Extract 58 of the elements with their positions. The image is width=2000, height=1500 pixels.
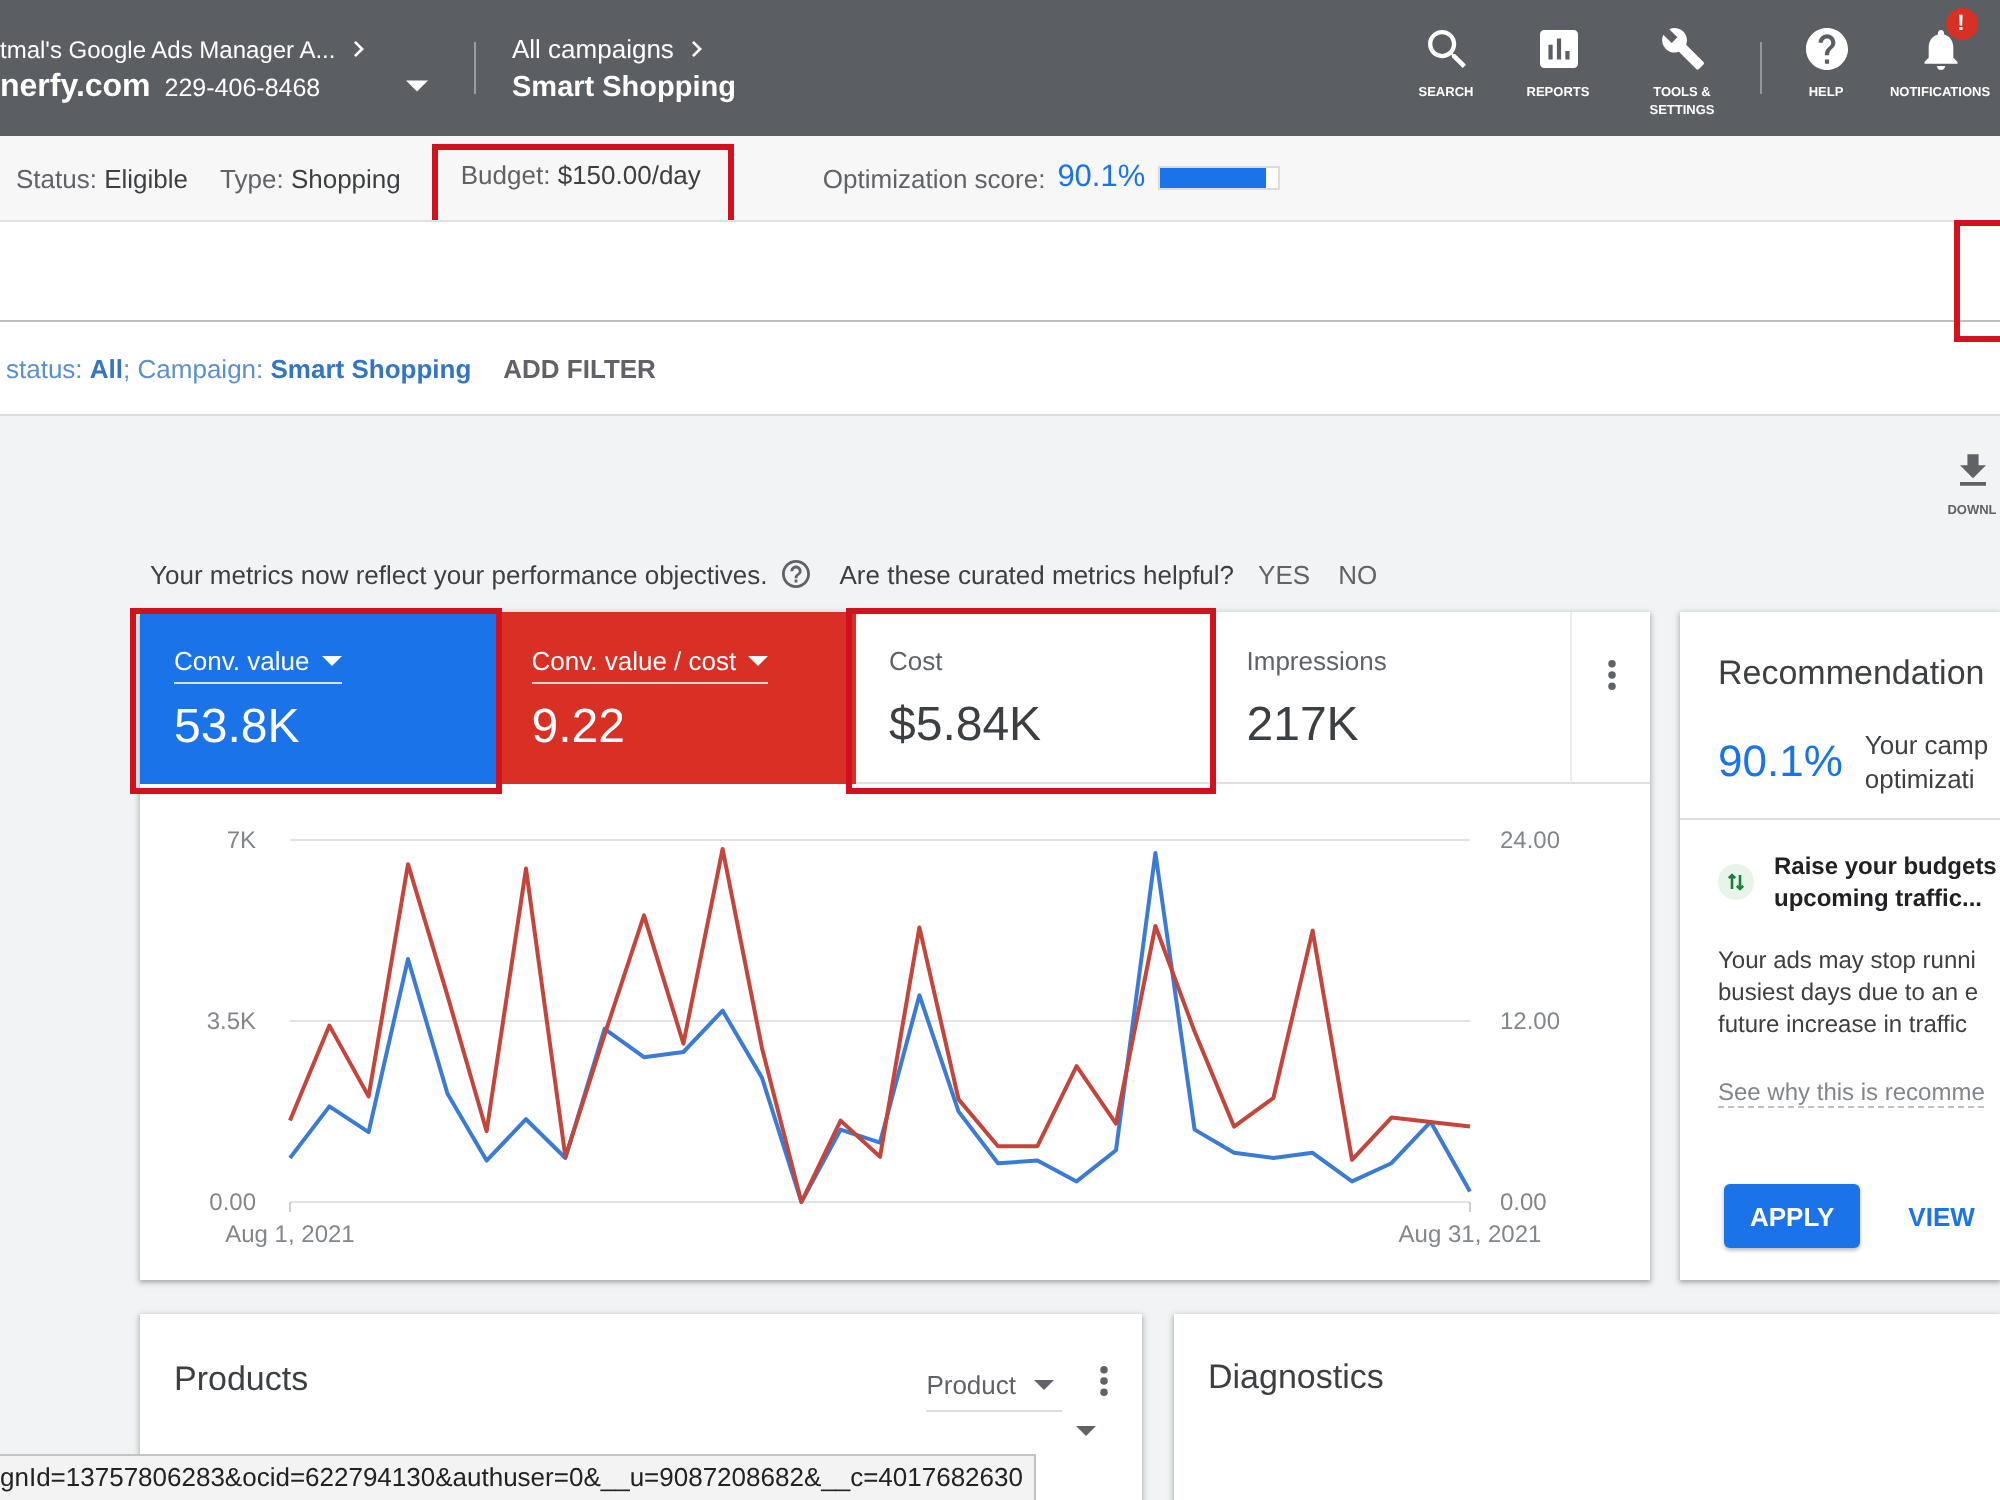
axis-label: 0.00 [209, 1188, 256, 1216]
chevron-right-icon [691, 40, 702, 58]
chevron-right-icon [353, 40, 364, 58]
notice-text: Your metrics now reflect your performance objectives. [150, 559, 768, 589]
account-name[interactable]: tmal's Google Ads Manager A... [0, 35, 336, 63]
download-icon [1959, 454, 1985, 486]
metric-tab[interactable]: Impressions 217K [1212, 612, 1570, 784]
more-vert-icon [1100, 1365, 1108, 1395]
axis-label: 12.00 [1500, 1007, 1561, 1035]
more-vert-icon [1607, 660, 1615, 690]
card-title: Products [174, 1360, 309, 1400]
axis-label: 24.00 [1500, 826, 1561, 854]
notification-badge: ! [1945, 8, 1977, 40]
up-down-arrows-icon [1718, 864, 1754, 900]
status-text: Type: Shopping [220, 163, 401, 193]
more-options-button[interactable] [1100, 1365, 1108, 1395]
axis-label: Aug 31, 2021 [1398, 1220, 1542, 1248]
help-icon[interactable] [781, 560, 810, 588]
recommendation-description: Your ads may stop runni busiest days due to an e future increase in traffic [1718, 944, 1979, 1040]
filter-summary[interactable]: status: All; Campaign: Smart Shopping [6, 353, 472, 383]
breadcrumb-link[interactable]: All campaigns [512, 34, 674, 64]
caret-icon [1034, 1379, 1054, 1389]
card-title: Recommendation [1718, 652, 1985, 696]
metric-tab[interactable]: Conv. value / cost 9.22 [497, 612, 855, 784]
search-icon [1427, 30, 1465, 68]
optimization-score-label: Optimization score: [822, 163, 1046, 193]
status-text: Status: Eligible [16, 163, 189, 193]
axis-label: Aug 1, 2021 [225, 1220, 355, 1248]
product-dropdown[interactable]: Product [926, 1361, 1062, 1411]
feedback-answer-button[interactable]: NO [1334, 559, 1382, 589]
account-domain: nerfy.com [0, 69, 151, 105]
card-title: Diagnostics [1208, 1358, 1384, 1396]
status-text: Budget: $150.00/day [460, 160, 701, 190]
caret-icon[interactable] [1076, 1426, 1096, 1436]
caret-icon[interactable] [406, 80, 428, 92]
bell-icon [1923, 29, 1957, 69]
axis-label: 3.5K [206, 1007, 256, 1035]
optimization-score-value: 90.1% [1718, 736, 1843, 788]
caret-icon [321, 656, 342, 666]
wrench-icon [1661, 28, 1703, 70]
optimization-score-value: 90.1% [1057, 160, 1146, 196]
feedback-answer-button[interactable]: YES [1254, 559, 1315, 589]
bar-chart-icon [1539, 30, 1577, 68]
help-icon [1805, 28, 1847, 70]
feedback-question: Are these curated metrics helpful? [839, 559, 1235, 589]
axis-label: 7K [226, 826, 256, 854]
apply-button[interactable]: APPLY [1724, 1184, 1861, 1248]
metric-tab[interactable]: Conv. value 53.8K [140, 612, 498, 784]
recommendation-title[interactable]: Raise your budgets upcoming traffic... [1774, 850, 1997, 914]
account-phone: 229-406-8468 [164, 73, 321, 101]
axis-label: 0.00 [1500, 1188, 1547, 1216]
link-url-tooltip: gnId=13757806283&ocid=622794130&authuser=0&__u=9087208682&__c=4017682630 [0, 1454, 1037, 1500]
campaign-title: Smart Shopping [512, 71, 736, 103]
caret-icon [748, 656, 769, 666]
score-description: Your camp optimizati [1864, 728, 1989, 796]
add-filter-button[interactable]: ADD FILTER [503, 353, 656, 383]
view-button[interactable]: VIEW [1908, 1201, 1975, 1231]
see-why-link[interactable]: See why this is recomme [1718, 1078, 1985, 1108]
